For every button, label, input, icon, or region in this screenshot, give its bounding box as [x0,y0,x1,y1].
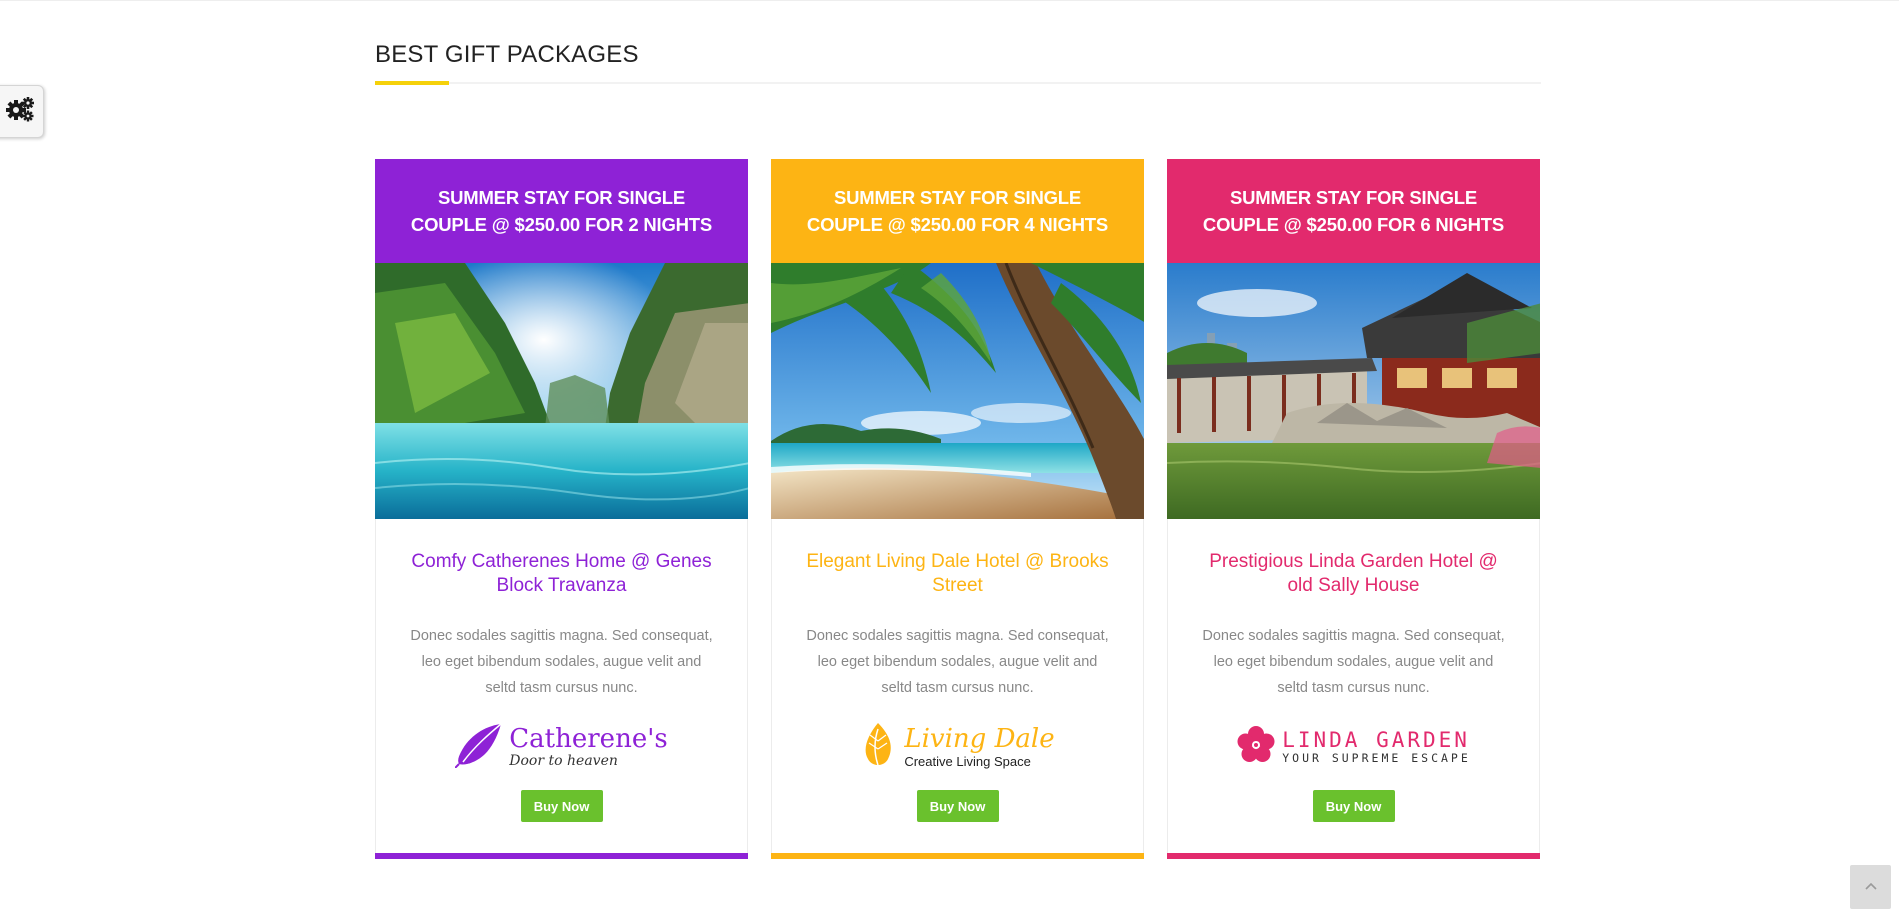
package-card: SUMMER STAY FOR SINGLE COUPLE @ $250.00 … [771,159,1144,859]
package-card: SUMMER STAY FOR SINGLE COUPLE @ $250.00 … [1167,159,1540,859]
card-title[interactable]: Comfy Catherenes Home @ Genes Block Trav… [376,550,747,598]
card-image-palm-beach[interactable] [771,263,1144,519]
gears-icon [5,95,35,128]
brand-logo-living-dale: Living Dale Creative Living Space [772,717,1143,777]
package-cards: SUMMER STAY FOR SINGLE COUPLE @ $250.00 … [375,159,1541,859]
card-header: SUMMER STAY FOR SINGLE COUPLE @ $250.00 … [1167,159,1540,263]
card-title[interactable]: Prestigious Linda Garden Hotel @ old Sal… [1168,550,1539,598]
brand-tagline: YOUR SUPREME ESCAPE [1282,750,1471,765]
brand-tagline: Door to heaven [509,753,618,769]
buy-now-button[interactable]: Buy Now [1312,790,1395,822]
title-accent-bar [375,81,449,85]
leaf-flame-icon [860,721,896,774]
card-description: Donec sodales sagittis magna. Sed conseq… [410,628,713,696]
buy-now-button[interactable]: Buy Now [916,790,999,822]
brand-logo-linda-garden: LINDA GARDEN YOUR SUPREME ESCAPE [1168,717,1539,777]
card-bottom-bar [771,853,1144,859]
flower-icon [1236,725,1276,770]
card-title[interactable]: Elegant Living Dale Hotel @ Brooks Stree… [772,550,1143,598]
section-title: BEST GIFT PACKAGES [375,41,639,68]
brand-name: LINDA GARDEN [1282,727,1470,752]
brand-logo-catherenes: Catherene's Door to heaven [376,717,747,777]
card-bottom-bar [1167,853,1540,859]
top-divider [0,0,1899,1]
gift-packages-section: BEST GIFT PACKAGES [375,30,1541,85]
package-card: SUMMER STAY FOR SINGLE COUPLE @ $250.00 … [375,159,748,859]
settings-toggle-button[interactable] [0,85,44,138]
card-header: SUMMER STAY FOR SINGLE COUPLE @ $250.00 … [375,159,748,263]
card-bottom-bar [375,853,748,859]
brand-name: Living Dale [904,724,1055,754]
card-header: SUMMER STAY FOR SINGLE COUPLE @ $250.00 … [771,159,1144,263]
brand-name: Catherene's [509,724,668,754]
card-image-chinese-garden[interactable] [1167,263,1540,519]
card-image-lagoon[interactable] [375,263,748,519]
brand-tagline: Creative Living Space [904,754,1031,769]
buy-now-button[interactable]: Buy Now [520,790,603,822]
card-description: Donec sodales sagittis magna. Sed conseq… [1202,628,1505,696]
card-description: Donec sodales sagittis magna. Sed conseq… [806,628,1109,696]
feather-icon [454,722,503,773]
chevron-up-icon [1864,878,1878,896]
scroll-to-top-button[interactable] [1850,865,1891,909]
title-divider [375,81,1541,85]
